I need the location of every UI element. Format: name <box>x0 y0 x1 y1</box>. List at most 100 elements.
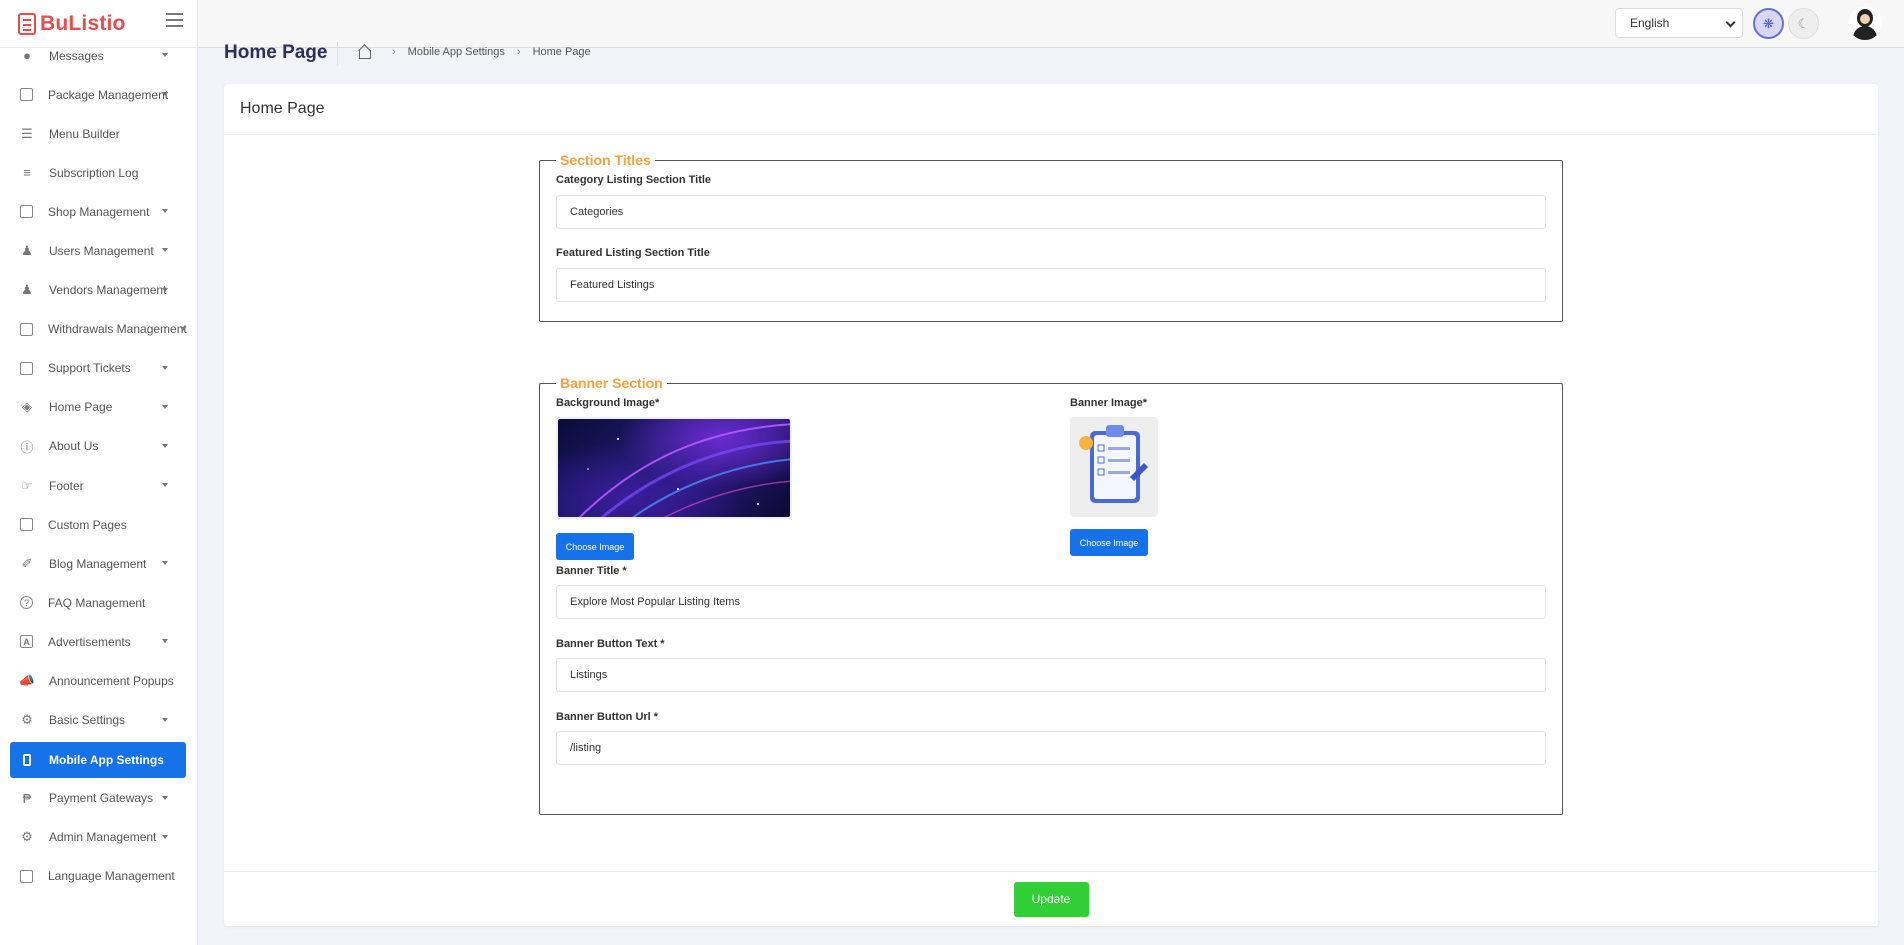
breadcrumb-item[interactable]: Mobile App Settings <box>408 46 505 58</box>
sidebar-item-about-us[interactable]: ⓘ About Us <box>0 427 197 466</box>
language-icon <box>20 869 33 883</box>
choose-banner-image-button[interactable]: Choose Image <box>1070 529 1148 556</box>
chevron-right-icon: › <box>516 46 521 58</box>
caret-down-icon <box>162 92 168 97</box>
ad-icon: A <box>20 635 33 649</box>
sidebar-item-label: Blog Management <box>49 556 147 571</box>
info-icon: ⓘ <box>20 439 34 455</box>
sidebar-item-footer[interactable]: ☞ Footer <box>0 466 197 505</box>
category-title-input[interactable] <box>556 195 1546 229</box>
layers-icon: ◈ <box>22 399 32 415</box>
caret-down-icon <box>162 443 168 448</box>
category-title-label: Category Listing Section Title <box>556 174 712 186</box>
sidebar-item-announcement-popups[interactable]: 📣 Announcement Popups <box>0 662 197 701</box>
sidebar-item-advertisements[interactable]: A Advertisements <box>0 622 197 661</box>
banner-image-group: Banner Image* Choose Image <box>1070 397 1158 556</box>
sidebar-item-label: Home Page <box>49 400 113 415</box>
sidebar-item-menu-builder[interactable]: ☰ Menu Builder <box>0 114 197 153</box>
sidebar-item-label: Package Management <box>48 87 169 102</box>
list-icon: ≡ <box>23 165 31 181</box>
package-icon <box>20 88 33 102</box>
light-theme-button[interactable]: ❋ <box>1753 8 1784 39</box>
admin-icon: ⚙ <box>21 829 33 845</box>
banner-title-input[interactable] <box>556 585 1546 619</box>
menu-icon: ☰ <box>21 125 33 141</box>
page-icon <box>20 518 33 532</box>
user-avatar[interactable] <box>1848 6 1882 40</box>
section-titles-fieldset: Section Titles Category Listing Section … <box>539 152 1563 322</box>
caret-down-icon <box>162 53 168 57</box>
sidebar-item-mobile-app-settings[interactable]: Mobile App Settings <box>10 741 186 778</box>
megaphone-icon: 📣 <box>18 673 36 689</box>
banner-button-text-input[interactable] <box>556 658 1546 692</box>
hand-icon: ☞ <box>21 477 33 493</box>
caret-down-icon <box>162 248 168 253</box>
chat-icon: ● <box>23 48 31 64</box>
sidebar-item-label: Footer <box>49 478 84 493</box>
background-image-label: Background Image* <box>556 397 660 409</box>
clipboard-illustration-icon <box>1079 425 1148 503</box>
sidebar-item-payment-gateways[interactable]: ₱ Payment Gateways <box>0 779 197 818</box>
sidebar-item-label: Withdrawals Management <box>48 322 187 337</box>
ticket-icon <box>20 361 33 375</box>
brand-header: BuListio <box>0 0 197 48</box>
sidebar-item-label: Vendors Management <box>49 283 167 298</box>
sidebar-item-subscription-log[interactable]: ≡ Subscription Log <box>0 153 197 192</box>
chevron-down-icon <box>1725 17 1736 28</box>
sidebar-item-label: Announcement Popups <box>49 674 174 689</box>
caret-down-icon <box>162 561 168 566</box>
sidebar-item-label: Menu Builder <box>49 126 120 141</box>
title-divider <box>337 42 338 66</box>
sidebar-item-faq-management[interactable]: ? FAQ Management <box>0 583 197 622</box>
image-upload-row: Background Image* Choose Image Banner Im… <box>556 391 1546 561</box>
sidebar-item-package-management[interactable]: Package Management <box>0 75 197 114</box>
sidebar-item-label: Mobile App Settings <box>49 752 164 767</box>
sidebar-item-vendors-management[interactable]: ♟ Vendors Management <box>0 271 197 310</box>
avatar-body <box>1853 26 1877 40</box>
settings-card: Home Page Section Titles Category Listin… <box>224 84 1878 926</box>
sidebar-item-label: Users Management <box>49 244 154 259</box>
logo-icon <box>18 12 36 35</box>
sidebar-item-language-management[interactable]: Language Management <box>0 857 197 896</box>
sidebar-item-blog-management[interactable]: ✐ Blog Management <box>0 544 197 583</box>
caret-down-icon <box>162 639 168 644</box>
sidebar-item-custom-pages[interactable]: Custom Pages <box>0 505 197 544</box>
hamburger-menu-icon[interactable] <box>166 13 183 27</box>
dark-theme-button[interactable]: ☾ <box>1788 8 1819 39</box>
caret-down-icon <box>162 834 168 839</box>
banner-button-url-input[interactable] <box>556 731 1546 765</box>
caret-down-icon <box>180 326 186 331</box>
sidebar-item-home-page[interactable]: ◈ Home Page <box>0 388 197 427</box>
caret-down-icon <box>162 287 168 292</box>
background-image-art <box>578 423 790 517</box>
sidebar-item-shop-management[interactable]: Shop Management <box>0 192 197 231</box>
sidebar-item-label: Advertisements <box>48 634 131 649</box>
home-icon[interactable] <box>358 46 371 59</box>
avatar-face <box>1860 14 1870 24</box>
payment-icon: ₱ <box>22 790 32 806</box>
choose-background-image-button[interactable]: Choose Image <box>556 533 634 560</box>
top-header: English ❋ ☾ <box>198 0 1904 48</box>
sidebar-item-label: Shop Management <box>48 204 150 219</box>
sidebar-item-basic-settings[interactable]: ⚙ Basic Settings <box>0 701 197 740</box>
shop-icon <box>20 205 33 219</box>
caret-down-icon <box>162 365 168 370</box>
sidebar-item-withdrawals-management[interactable]: Withdrawals Management <box>0 310 197 349</box>
chevron-right-icon: › <box>392 46 396 58</box>
featured-title-input[interactable] <box>556 268 1546 302</box>
sidebar-item-users-management[interactable]: ♟ Users Management <box>0 231 197 270</box>
breadcrumb: › Mobile App Settings › Home Page <box>358 46 591 59</box>
banner-image-preview <box>1070 417 1158 517</box>
sidebar-item-admin-management[interactable]: ⚙ Admin Management <box>0 818 197 857</box>
sidebar-item-support-tickets[interactable]: Support Tickets <box>0 349 197 388</box>
moon-icon: ☾ <box>1797 15 1810 31</box>
banner-button-url-label: Banner Button Url * <box>556 711 659 723</box>
sidebar-item-label: Support Tickets <box>48 361 131 376</box>
background-image-group: Background Image* Choose Image <box>556 397 792 560</box>
caret-down-icon <box>162 209 168 214</box>
language-select-value: English <box>1630 16 1670 30</box>
sidebar-item-label: Basic Settings <box>49 713 126 728</box>
language-select[interactable]: English <box>1615 8 1743 38</box>
update-button[interactable]: Update <box>1013 881 1089 917</box>
breadcrumb-item: Home Page <box>532 46 591 58</box>
